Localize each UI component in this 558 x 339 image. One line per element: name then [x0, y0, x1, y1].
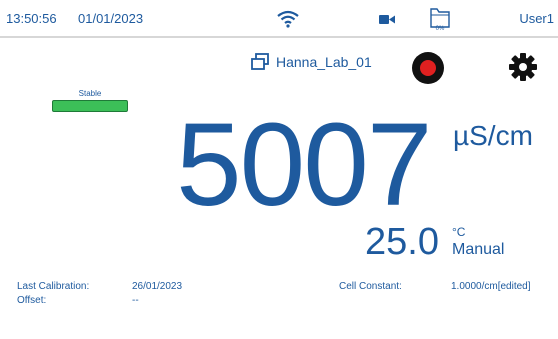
status-bar: 13:50:56 01/01/2023 0% User1 [0, 0, 558, 38]
last-calibration-value: 26/01/2023 [132, 281, 183, 292]
record-button[interactable] [412, 52, 444, 84]
offset-label: Offset: [17, 295, 47, 306]
main-reading: 5007 [176, 99, 433, 231]
clock-time: 13:50:56 [6, 11, 57, 26]
camera-icon [379, 15, 395, 24]
user-label[interactable]: User1 [519, 11, 554, 26]
last-calibration-label: Last Calibration: [17, 281, 90, 292]
temperature-unit: °C [452, 225, 466, 239]
wifi-icon [277, 10, 299, 28]
profile-selector[interactable]: Hanna_Lab_01 [250, 53, 372, 71]
profile-copy-icon [251, 53, 269, 70]
stability-label: Stable [78, 89, 102, 98]
cell-constant-label: Cell Constant: [339, 281, 402, 292]
offset-value: -- [132, 295, 139, 306]
cell-constant-value: 1.0000/cm[edited] [451, 281, 531, 292]
gear-icon[interactable] [508, 52, 538, 82]
main-unit: µS/cm [453, 120, 533, 151]
storage-percent: 0% [435, 26, 445, 32]
record-icon [420, 60, 436, 76]
stability-indicator [52, 100, 128, 112]
profile-name: Hanna_Lab_01 [276, 54, 372, 70]
clock-date: 01/01/2023 [78, 11, 144, 26]
temperature-mode: Manual [452, 241, 505, 258]
temperature-reading: 25.0 [365, 221, 439, 263]
